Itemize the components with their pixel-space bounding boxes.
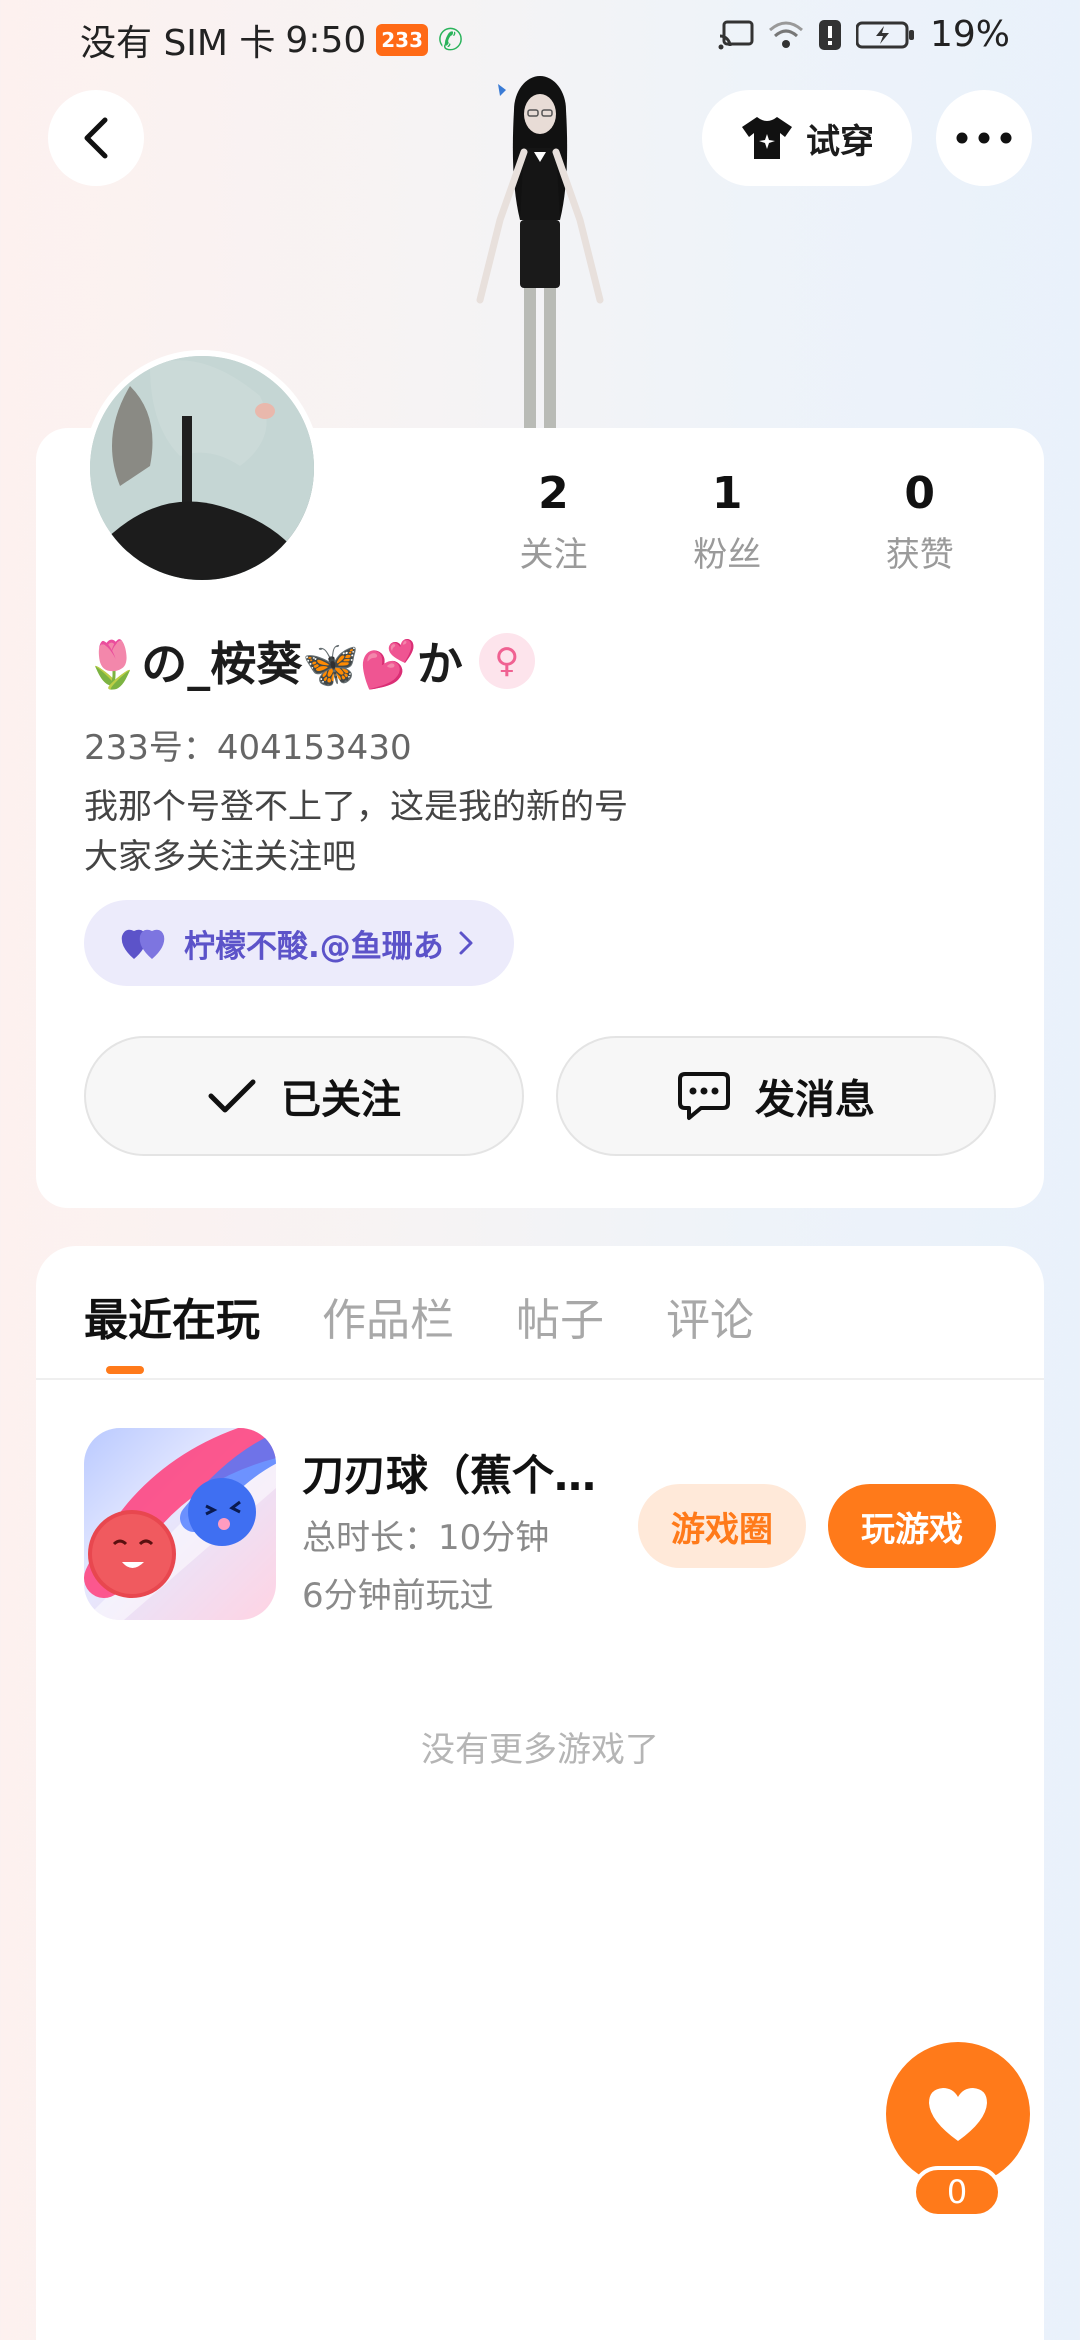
status-left: 没有 SIM 卡 9:50 233 ✆ (80, 14, 463, 66)
nickname-text: 🌷の_桉葵🦋💕か (84, 637, 463, 691)
clock: 9:50 (285, 19, 367, 61)
cp-tag-label: 柠檬不酸.@鱼珊あ (184, 928, 444, 965)
tab-posts[interactable]: 帖子 (516, 1284, 604, 1348)
divider (36, 1378, 1044, 1380)
wifi-icon (768, 21, 803, 48)
phone-icon: ✆ (438, 22, 464, 58)
like-count: 0 (912, 2166, 1002, 2218)
avatar[interactable] (84, 350, 320, 586)
check-icon (208, 1079, 256, 1113)
tab-works[interactable]: 作品栏 (322, 1284, 454, 1348)
battery-percent: 19% (929, 14, 1010, 55)
bio: 我那个号登不上了，这是我的新的号 大家多关注关注吧 (84, 787, 628, 877)
content-card: 最近在玩 作品栏 帖子 评论 刀刃球（蕉个… 总时长：10分钟 6分钟前玩过 游… (36, 1246, 1044, 2340)
double-heart-icon (121, 929, 165, 959)
profile-tabs: 最近在玩 作品栏 帖子 评论 (84, 1284, 754, 1348)
stat-value: 1 (711, 468, 743, 519)
chevron-right-icon (459, 931, 473, 955)
stat-following[interactable]: 2 关注 (476, 468, 631, 576)
avatar-figure[interactable] (440, 70, 640, 430)
stat-label: 粉丝 (693, 535, 762, 575)
game-last-played: 6分钟前玩过 (302, 1576, 494, 1616)
stat-label: 获赞 (885, 535, 954, 575)
alert-icon (818, 19, 841, 50)
status-right: 19% (718, 14, 1010, 55)
message-button[interactable]: 发消息 (556, 1036, 996, 1156)
chat-icon (678, 1072, 730, 1120)
tab-recently-played[interactable]: 最近在玩 (84, 1284, 260, 1348)
carrier-text: 没有 SIM 卡 (80, 23, 276, 64)
user-id[interactable]: 233号：404153430 (84, 720, 412, 769)
no-more-text: 没有更多游戏了 (421, 1730, 659, 1770)
stat-likes[interactable]: 0 获赞 (823, 468, 1016, 576)
back-button[interactable] (48, 90, 144, 186)
game-list-item[interactable]: 刀刃球（蕉个… 总时长：10分钟 6分钟前玩过 游戏圈 玩游戏 (84, 1428, 996, 1624)
tshirt-icon (742, 117, 792, 159)
cast-icon (718, 20, 754, 49)
profile-stats: 2 关注 1 粉丝 0 获赞 (476, 468, 1016, 576)
message-label: 发消息 (755, 1077, 875, 1123)
avatar-image (90, 356, 314, 580)
game-icon (84, 1428, 276, 1620)
active-tab-indicator (106, 1366, 144, 1374)
avatar-photo (90, 356, 314, 580)
game-artwork (84, 1428, 276, 1620)
game-circle-button[interactable]: 游戏圈 (638, 1484, 806, 1568)
play-game-button[interactable]: 玩游戏 (828, 1484, 996, 1568)
follow-label: 已关注 (281, 1077, 401, 1123)
heart-icon (929, 2088, 987, 2141)
tab-comments[interactable]: 评论 (666, 1284, 754, 1348)
status-bar: 没有 SIM 卡 9:50 233 ✆ 19% (0, 0, 1080, 76)
more-button[interactable] (936, 90, 1032, 186)
nickname: 🌷の_桉葵🦋💕か ♀ (84, 628, 535, 694)
female-icon: ♀ (478, 633, 535, 689)
try-on-button[interactable]: 试穿 (702, 90, 912, 186)
chevron-left-icon (84, 117, 108, 159)
more-dots-icon (956, 132, 1012, 144)
app-notification-icon: 233 (376, 24, 429, 56)
stat-followers[interactable]: 1 粉丝 (631, 468, 824, 576)
try-on-label: 试穿 (806, 121, 874, 162)
game-duration: 总时长：10分钟 (302, 1518, 550, 1558)
like-button[interactable] (886, 2042, 1030, 2186)
follow-button[interactable]: 已关注 (84, 1036, 524, 1156)
stat-label: 关注 (519, 535, 588, 575)
stat-value: 2 (538, 468, 569, 519)
game-title: 刀刃球（蕉个… (302, 1451, 597, 1500)
cp-relationship-tag[interactable]: 柠檬不酸.@鱼珊あ (84, 900, 514, 986)
action-row: 已关注 发消息 (84, 1036, 996, 1156)
stat-value: 0 (904, 468, 936, 519)
battery-icon (855, 21, 914, 48)
